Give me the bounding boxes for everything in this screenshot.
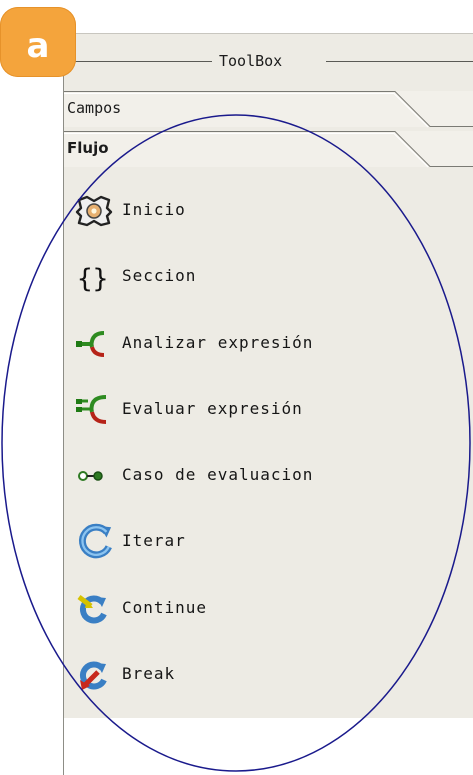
branch-icon (76, 331, 105, 357)
item-label: Analizar expresión (122, 333, 314, 352)
break-loop-icon (79, 661, 107, 690)
header-rule-left (64, 61, 212, 62)
tab-flujo-outline (64, 131, 473, 168)
item-label: Break (122, 664, 176, 683)
item-label: Inicio (122, 200, 186, 219)
toolbox-item-seccion[interactable]: {} Seccion (74, 252, 434, 302)
toolbox-item-evaluar[interactable]: Evaluar expresión (74, 385, 434, 435)
toolbox-item-iterar[interactable]: Iterar (74, 517, 434, 567)
tab-campos[interactable]: Campos (64, 91, 473, 128)
start-gear-icon (75, 195, 113, 227)
toolbox-item-caso[interactable]: Caso de evaluacion (74, 451, 434, 501)
toolbox-item-analizar[interactable]: Analizar expresión (74, 319, 434, 369)
item-label: Caso de evaluacion (122, 465, 314, 484)
toolbox-item-inicio[interactable]: Inicio (74, 186, 434, 236)
toolbox-title: ToolBox (219, 52, 283, 70)
annotation-badge: a (0, 7, 76, 77)
toolbox-empty-area (64, 718, 473, 775)
toolbox-panel: ToolBox Campos Flujo Inicio {} Seccion A… (63, 33, 473, 775)
item-label: Continue (122, 598, 208, 617)
panel-top-border (64, 33, 473, 34)
multi-branch-icon (76, 395, 107, 424)
tab-campos-outline (64, 91, 473, 128)
item-label: Evaluar expresión (122, 399, 303, 418)
header-rule-right (326, 61, 473, 62)
braces-icon: {} (77, 264, 108, 294)
svg-text:{}: {} (77, 264, 108, 294)
toolbox-item-continue[interactable]: Continue (74, 584, 434, 634)
item-label: Iterar (122, 531, 186, 550)
toolbox-header: ToolBox (64, 51, 473, 71)
case-link-icon (78, 471, 103, 481)
badge-letter: a (26, 26, 50, 66)
tab-campos-label: Campos (67, 99, 122, 117)
loop-arrow-icon (79, 523, 112, 559)
item-label: Seccion (122, 266, 197, 285)
continue-loop-icon (77, 595, 107, 624)
toolbox-item-break[interactable]: Break (74, 650, 434, 700)
tab-flujo-label: Flujo (67, 139, 109, 157)
tab-flujo[interactable]: Flujo (64, 131, 473, 168)
